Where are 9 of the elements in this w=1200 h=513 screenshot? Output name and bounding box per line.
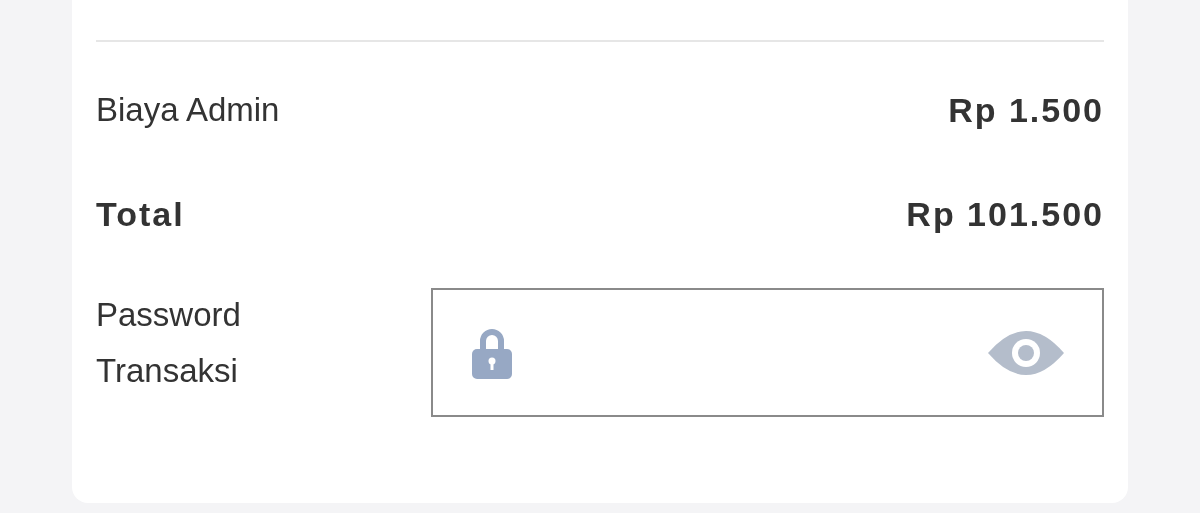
row-label: Total [96, 193, 185, 235]
password-label: Password [96, 295, 242, 335]
password-label: Transaksi [96, 351, 239, 391]
lock-icon [470, 326, 513, 379]
row-label: Biaya Admin [96, 90, 280, 131]
password-field[interactable] [430, 288, 1104, 417]
row-value: Rp 101.500 [906, 193, 1104, 235]
eye-icon[interactable] [988, 330, 1064, 375]
row-value: Rp 1.500 [948, 89, 1104, 131]
